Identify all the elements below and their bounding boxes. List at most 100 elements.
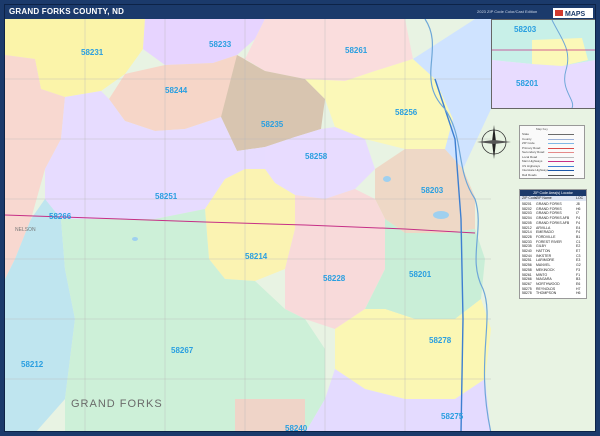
zip-cell: 58204	[522, 216, 532, 221]
zip-name-cell: GILBY	[536, 244, 547, 249]
zip-cell: 58267	[522, 281, 532, 286]
title-bar: GRAND FORKS COUNTY, ND 2023 ZIP Code Col…	[5, 5, 595, 19]
legend-swatch	[548, 161, 574, 162]
zip-label-58266: 58266	[49, 212, 72, 221]
zip-cell: 58228	[522, 234, 532, 239]
zip-cell: 58233	[522, 239, 532, 244]
loc-cell: E7	[576, 249, 581, 253]
legend-row: Local Road	[522, 155, 582, 159]
legend-label: Rail Roads	[522, 172, 537, 177]
lake	[132, 237, 138, 241]
legend-row: ZIP Code	[522, 141, 582, 145]
loc-cell: I7	[576, 211, 579, 216]
zip-cell: 58235	[522, 244, 532, 249]
zip-cell: 58266	[522, 277, 532, 282]
loc-cell: F4	[576, 220, 581, 225]
zip-name-cell: NORTHWOOD	[536, 281, 560, 286]
map-frame: GRAND FORKS COUNTY, ND 2023 ZIP Code Col…	[4, 4, 596, 432]
zip-cell: 58275	[522, 286, 532, 291]
loc-cell: G2	[576, 263, 581, 268]
zip-cell: 58214	[522, 230, 532, 235]
legend-label: County	[522, 136, 532, 141]
zip-cell: 58278	[522, 291, 532, 296]
loc-cell: C1	[576, 239, 581, 244]
zip-label-58212: 58212	[21, 360, 44, 369]
loc-cell: J8	[576, 202, 580, 206]
zip-name-cell: GRAND FORKS	[536, 206, 562, 211]
zip-label-58261: 58261	[345, 46, 368, 55]
map-subtitle: 2023 ZIP Code Color/Cast Edition	[477, 9, 538, 14]
zip-label-58201: 58201	[409, 270, 432, 279]
legend-label: Primary Road	[522, 145, 541, 150]
zip-name-cell: THOMPSON	[536, 291, 557, 296]
table-row: 58278 THOMPSON H6	[520, 291, 586, 296]
zip-name-cell: EMERADO	[536, 230, 554, 235]
zip-label-58203: 58203	[421, 186, 444, 195]
inset-map: 58203 58201	[491, 19, 595, 109]
zip-name-cell: ARVILLA	[536, 225, 551, 230]
legend-swatch	[548, 147, 574, 149]
zip-label-58228: 58228	[323, 274, 346, 283]
zip-cell: 58256	[522, 263, 532, 268]
loc-cell: F1	[576, 272, 581, 277]
loc-cell: E6	[576, 281, 581, 286]
zip-cell: 58240	[522, 249, 532, 253]
legend-label: ZIP Code	[522, 141, 535, 145]
map-title: GRAND FORKS COUNTY, ND	[9, 7, 125, 16]
compass-rose-icon	[477, 125, 511, 159]
legend-row: Rail Roads	[522, 173, 582, 177]
zip-table-header-name: ZIP Name	[536, 196, 552, 200]
zip-name-cell: LARIMORE	[536, 258, 555, 263]
zip-cell: 58258	[522, 267, 532, 272]
legend-row: County	[522, 137, 582, 141]
zip-name-cell: MINTO	[536, 272, 548, 277]
legend-swatch	[548, 170, 574, 171]
legend-label: Interstate Highways	[522, 168, 549, 172]
loc-cell: C3	[576, 253, 581, 258]
loc-cell: E2	[576, 244, 581, 249]
loc-cell: E3	[576, 258, 581, 263]
lake	[433, 211, 449, 219]
zip-cell: 58244	[522, 253, 532, 258]
zip-cell: 58261	[522, 272, 532, 277]
zip-label-58258: 58258	[305, 152, 328, 161]
zip-cell: 58205	[522, 220, 532, 225]
loc-cell: H6	[576, 291, 581, 296]
legend-swatch	[548, 138, 574, 140]
zip-name-cell: NIAGARA	[536, 277, 552, 282]
legend-row: Secondary Road	[522, 150, 582, 154]
zip-table-header-zip: ZIP Code	[522, 196, 537, 200]
legend-label: Local Road	[522, 154, 538, 159]
legend-swatch	[548, 143, 574, 144]
legend-label: Main Highways	[522, 159, 543, 163]
legend-swatch	[548, 165, 574, 167]
zip-name-cell: FORDVILLE	[536, 234, 556, 239]
loc-cell: H6	[576, 206, 581, 211]
loc-cell: F4	[576, 216, 581, 221]
zip-locator-table: ZIP Code Area(s) Locator ZIP Code ZIP Na…	[519, 189, 587, 299]
inset-zip-label-58203: 58203	[514, 25, 537, 34]
zip-cell: 58203	[522, 211, 532, 216]
legend-title: Map Key	[536, 127, 548, 131]
legend-row: US Highways	[522, 164, 582, 168]
zip-label-58278: 58278	[429, 336, 452, 345]
zip-name-cell: MEKINOCK	[536, 267, 555, 272]
zip-name-cell: GRAND FORKS	[536, 202, 562, 206]
loc-cell: B1	[576, 234, 581, 239]
zip-table-header: ZIP Code ZIP Name LOC	[520, 196, 586, 201]
legend-swatch	[548, 134, 574, 135]
zip-name-cell: GRAND FORKS AFB	[536, 216, 570, 221]
zip-label-58231: 58231	[81, 48, 104, 57]
legend-label: US Highways	[522, 163, 541, 168]
logo-text: MAPS	[565, 11, 586, 18]
legend-swatch	[548, 156, 574, 158]
zip-label-58233: 58233	[209, 40, 232, 49]
lake	[383, 176, 391, 182]
loc-cell: H7	[576, 286, 581, 291]
zip-label-58240: 58240	[285, 424, 308, 432]
loc-cell: E4	[576, 225, 581, 230]
zip-cell: 58201	[522, 202, 532, 206]
county-name-label: GRAND FORKS	[71, 398, 163, 410]
zip-label-58267: 58267	[171, 346, 194, 355]
legend-row: Main Highways	[522, 159, 582, 163]
